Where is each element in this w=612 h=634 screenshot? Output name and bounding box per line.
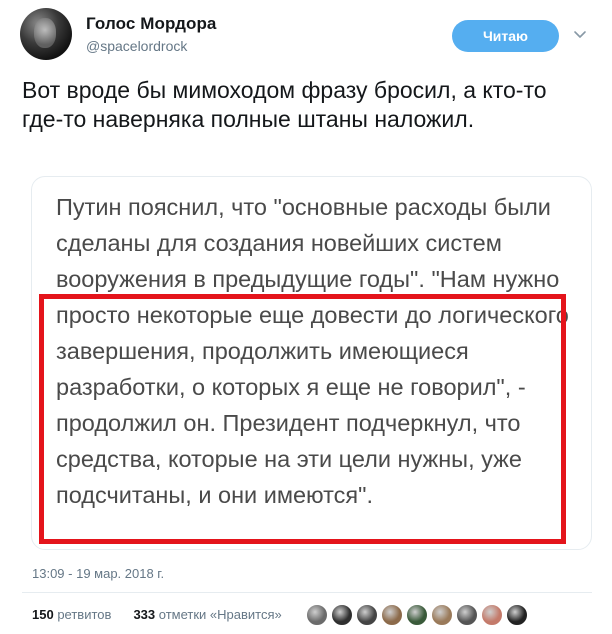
avatar-1-icon[interactable] bbox=[306, 604, 328, 626]
likes-label: отметки «Нравится» bbox=[158, 607, 282, 622]
retweets-stat[interactable]: 150 ретвитов bbox=[32, 607, 111, 622]
tweet-text: Вот вроде бы мимоходом фразу бросил, а к… bbox=[22, 77, 547, 132]
retweets-label: ретвитов bbox=[57, 607, 112, 622]
avatar-7-icon[interactable] bbox=[456, 604, 478, 626]
divider bbox=[22, 592, 592, 593]
likes-stat[interactable]: 333 отметки «Нравится» bbox=[133, 607, 281, 622]
retweets-count: 150 bbox=[32, 607, 54, 622]
avatar-6-icon[interactable] bbox=[431, 604, 453, 626]
red-highlight-frame bbox=[39, 294, 566, 544]
follow-button[interactable]: Читаю bbox=[452, 20, 559, 52]
avatar-3-icon[interactable] bbox=[356, 604, 378, 626]
display-name[interactable]: Голос Мордора bbox=[86, 14, 217, 34]
avatar-4-icon[interactable] bbox=[381, 604, 403, 626]
avatar-5-icon[interactable] bbox=[406, 604, 428, 626]
likes-count: 333 bbox=[133, 607, 156, 622]
tweet-timestamp[interactable]: 13:09 - 19 мар. 2018 г. bbox=[32, 566, 164, 581]
tweet-stats: 150 ретвитов 333 отметки «Нравится» bbox=[32, 607, 282, 622]
avatar-8-icon[interactable] bbox=[481, 604, 503, 626]
user-handle[interactable]: @spacelordrock bbox=[86, 38, 187, 54]
liker-avatars bbox=[306, 604, 531, 626]
chevron-down-icon[interactable] bbox=[572, 26, 588, 42]
user-avatar[interactable] bbox=[20, 8, 72, 60]
avatar-2-icon[interactable] bbox=[331, 604, 353, 626]
attached-image[interactable]: Путин пояснил, что "основные расходы был… bbox=[31, 176, 592, 550]
avatar-9-icon[interactable] bbox=[506, 604, 528, 626]
